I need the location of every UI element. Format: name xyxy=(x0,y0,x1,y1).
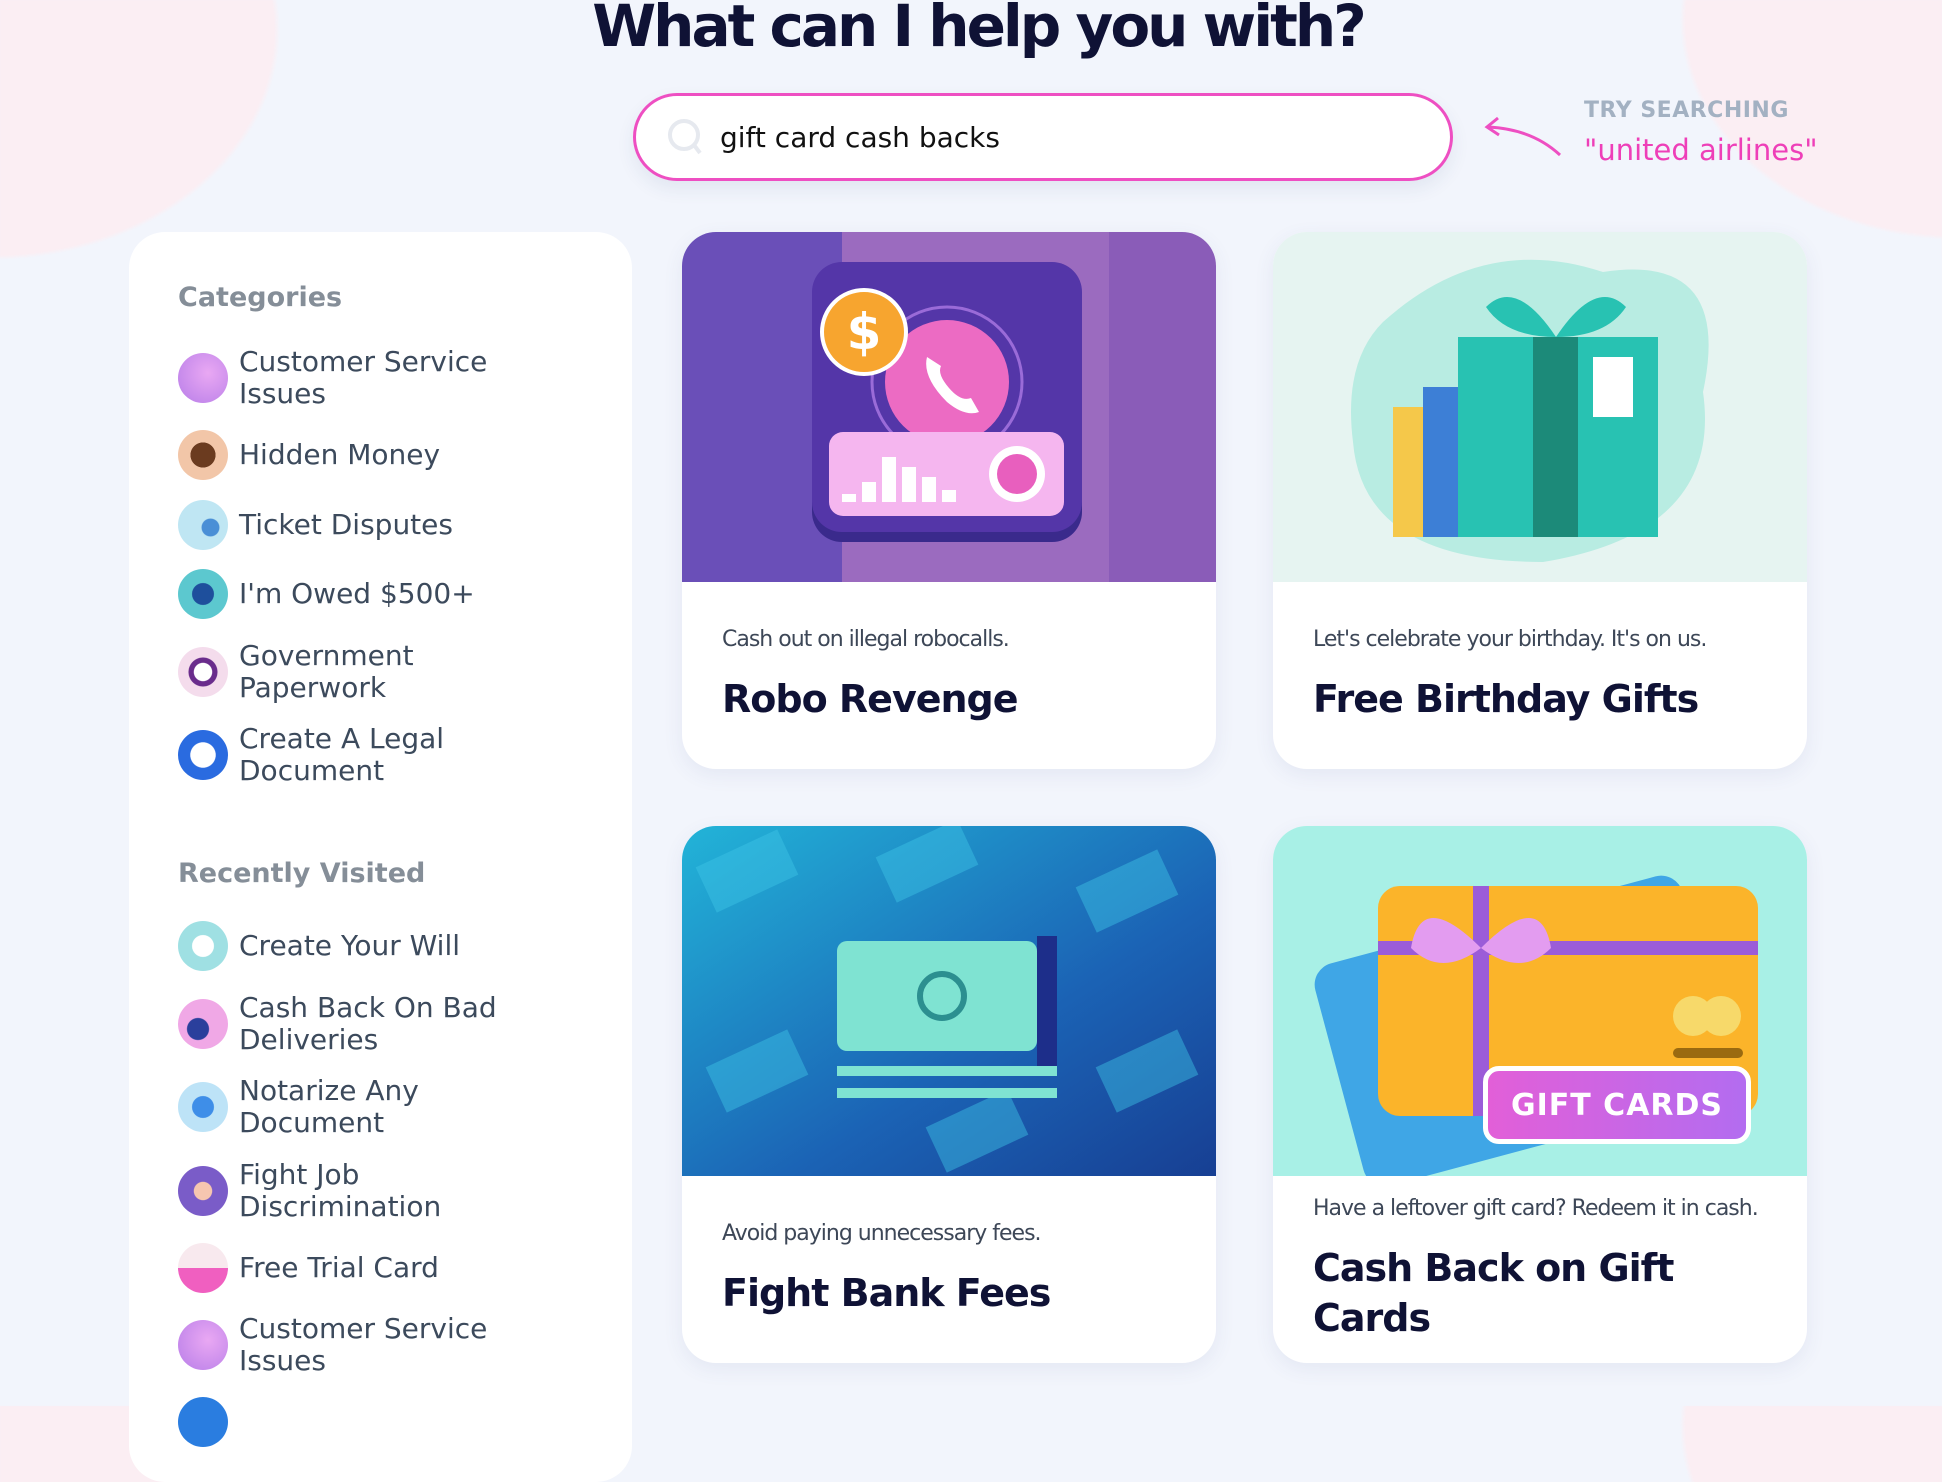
card-robo-revenge[interactable]: $ Cash out on illegal robocalls. Robo Rev… xyxy=(682,232,1216,769)
recent-customer-service[interactable]: Customer Service Issues xyxy=(178,1312,519,1377)
recent-create-will[interactable]: Create Your Will xyxy=(178,916,519,976)
sidebar: Categories Customer Service Issues Hidde… xyxy=(129,232,632,1482)
recent-free-trial-card[interactable]: Free Trial Card xyxy=(178,1238,519,1298)
trial-card-icon xyxy=(178,1243,228,1293)
card-title: Cash Back on Gift Cards xyxy=(1313,1246,1674,1340)
delivery-truck-icon xyxy=(178,1320,228,1370)
card-title: Free Birthday Gifts xyxy=(1313,677,1699,721)
card-title: Fight Bank Fees xyxy=(722,1271,1051,1315)
item-label: Hidden Money xyxy=(239,438,441,471)
search-suggestion: TRY SEARCHING "united airlines" xyxy=(1584,98,1818,167)
search-input[interactable] xyxy=(720,120,1420,154)
item-label: Ticket Disputes xyxy=(239,508,453,541)
card-subtitle: Let's celebrate your birthday. It's on u… xyxy=(1313,627,1707,652)
item-label: Free Trial Card xyxy=(239,1251,439,1284)
robocall-illustration: $ xyxy=(682,232,1216,582)
discrimination-icon xyxy=(178,1166,228,1216)
categories-heading: Categories xyxy=(178,282,343,313)
card-fight-bank-fees[interactable]: Avoid paying unnecessary fees. Fight Bank… xyxy=(682,826,1216,1363)
try-searching-label: TRY SEARCHING xyxy=(1584,98,1789,123)
bank-notes-illustration xyxy=(682,826,1216,1176)
item-label: Notarize Any Document xyxy=(239,1074,419,1139)
card-subtitle: Have a leftover gift card? Redeem it in … xyxy=(1313,1196,1759,1221)
category-owed-500[interactable]: I'm Owed $500+ xyxy=(178,564,519,624)
recent-item-partial[interactable] xyxy=(178,1392,239,1452)
category-legal-document[interactable]: Create A Legal Document xyxy=(178,722,519,787)
card-title: Robo Revenge xyxy=(722,677,1019,721)
recent-bad-deliveries[interactable]: Cash Back On Bad Deliveries xyxy=(178,991,519,1056)
legal-document-icon xyxy=(178,730,228,780)
card-subtitle: Cash out on illegal robocalls. xyxy=(722,627,1010,652)
gift-box-illustration xyxy=(1273,232,1807,582)
item-label: Customer Service Issues xyxy=(239,1312,488,1377)
card-subtitle: Avoid paying unnecessary fees. xyxy=(722,1221,1042,1246)
gift-cards-badge: GIFT CARDS xyxy=(1483,1066,1751,1144)
category-government-paperwork[interactable]: Government Paperwork xyxy=(178,639,519,704)
paperwork-icon xyxy=(178,647,228,697)
delivery-truck-icon xyxy=(178,353,228,403)
recent-job-discrimination[interactable]: Fight Job Discrimination xyxy=(178,1158,519,1223)
ticket-car-icon xyxy=(178,500,228,550)
courthouse-icon xyxy=(178,569,228,619)
will-icon xyxy=(178,921,228,971)
item-label: Cash Back On Bad Deliveries xyxy=(239,991,497,1056)
recent-notarize[interactable]: Notarize Any Document xyxy=(178,1074,519,1139)
search-icon xyxy=(668,119,702,155)
svg-text:$: $ xyxy=(847,303,882,361)
card-free-birthday-gifts[interactable]: Let's celebrate your birthday. It's on u… xyxy=(1273,232,1807,769)
recently-visited-heading: Recently Visited xyxy=(178,858,426,889)
suggestion-text[interactable]: united airlines xyxy=(1597,133,1804,167)
category-ticket-disputes[interactable]: Ticket Disputes xyxy=(178,495,519,555)
item-label: I'm Owed $500+ xyxy=(239,577,475,610)
search-box[interactable] xyxy=(633,93,1453,181)
category-hidden-money[interactable]: Hidden Money xyxy=(178,425,519,485)
delivery-icon xyxy=(178,999,228,1049)
item-label: Create A Legal Document xyxy=(239,722,445,787)
notarize-icon xyxy=(178,1082,228,1132)
suggestion-link[interactable]: "united airlines" xyxy=(1584,133,1818,167)
card-cash-back-gift-cards[interactable]: GIFT CARDS Have a leftover gift card? Re… xyxy=(1273,826,1807,1363)
item-label: Create Your Will xyxy=(239,929,461,962)
item-label: Fight Job Discrimination xyxy=(239,1158,442,1223)
treasure-chest-icon xyxy=(178,430,228,480)
page-title: What can I help you with? xyxy=(592,0,1367,60)
category-customer-service[interactable]: Customer Service Issues xyxy=(178,345,519,410)
legal-document-icon xyxy=(178,1397,228,1447)
item-label: Government Paperwork xyxy=(239,639,414,704)
gift-card-illustration: GIFT CARDS xyxy=(1273,826,1807,1176)
item-label: Customer Service Issues xyxy=(239,345,488,410)
arrow-icon xyxy=(1484,116,1562,157)
